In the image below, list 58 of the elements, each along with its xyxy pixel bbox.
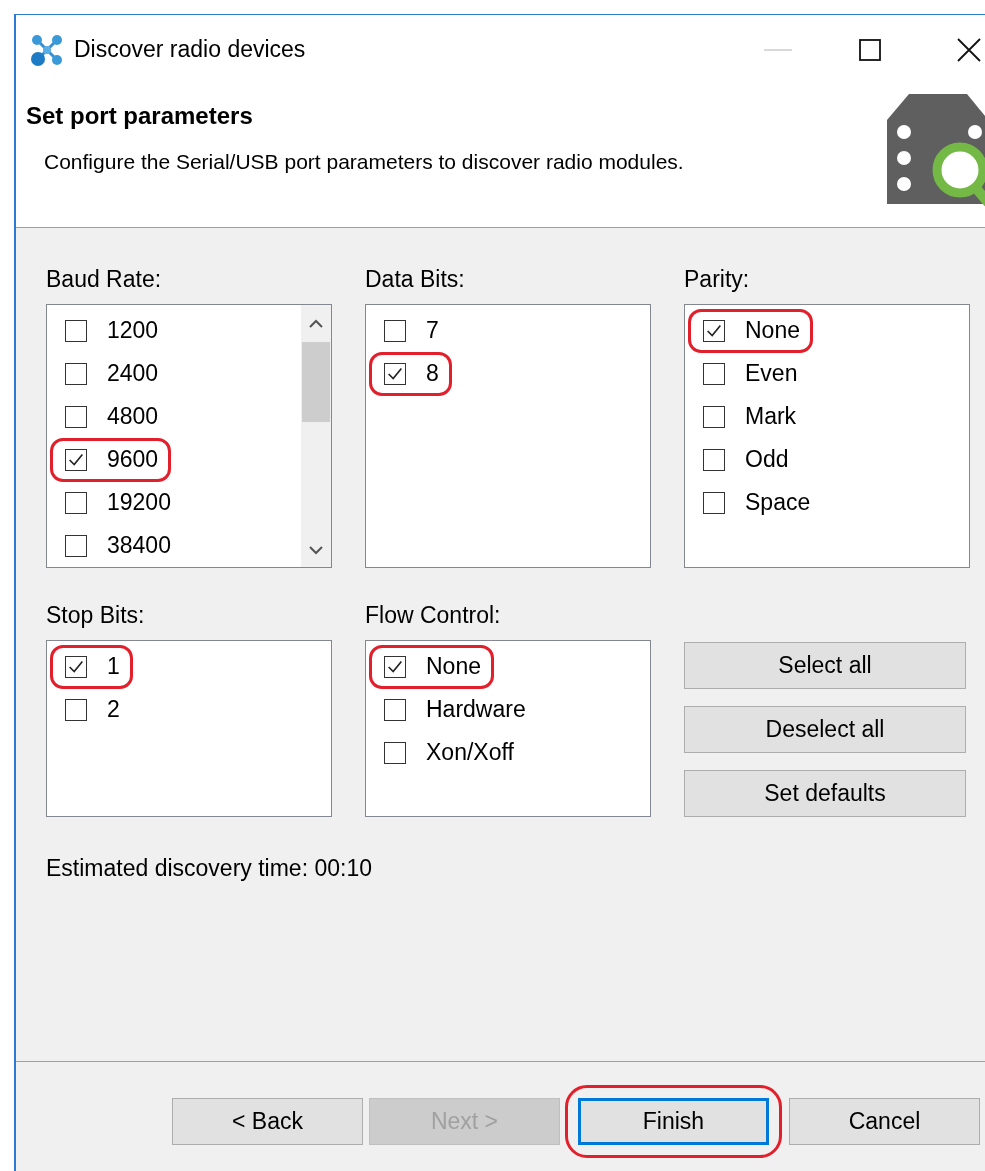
- checkbox[interactable]: [65, 491, 87, 514]
- option-label: Space: [745, 489, 811, 516]
- page-description: Configure the Serial/USB port parameters to discover radio modules.: [44, 150, 684, 174]
- checkbox[interactable]: [65, 448, 87, 471]
- group-label: Stop Bits:: [46, 602, 145, 628]
- option-label: Hardware: [426, 696, 526, 723]
- checkbox[interactable]: [703, 405, 725, 428]
- checkbox[interactable]: [703, 448, 725, 471]
- maximize-icon[interactable]: [859, 38, 881, 61]
- scrollbar[interactable]: [301, 305, 331, 567]
- checkbox[interactable]: [703, 362, 725, 385]
- wizard-button[interactable]: Cancel: [789, 1098, 980, 1145]
- checkbox[interactable]: [384, 741, 406, 764]
- option-label: 1: [107, 653, 120, 680]
- checkbox[interactable]: [65, 319, 87, 342]
- group-label: Flow Control:: [365, 602, 501, 628]
- checkbox[interactable]: [65, 534, 87, 557]
- option-label: None: [426, 653, 481, 680]
- option-label: 8: [426, 360, 439, 387]
- checkbox[interactable]: [384, 362, 406, 385]
- checkbox[interactable]: [65, 655, 87, 678]
- estimate-text: Estimated discovery time: 00:10: [46, 855, 372, 882]
- checkbox[interactable]: [384, 698, 406, 721]
- scroll-up-icon[interactable]: [309, 319, 323, 328]
- scroll-down-icon[interactable]: [309, 546, 323, 555]
- option-label: 2: [107, 696, 120, 723]
- action-button[interactable]: Set defaults: [684, 770, 966, 817]
- checkbox[interactable]: [65, 362, 87, 385]
- page-title: Set port parameters: [26, 102, 253, 130]
- checkbox[interactable]: [384, 319, 406, 342]
- option-label: 1200: [107, 317, 159, 344]
- scroll-thumb[interactable]: [302, 342, 330, 422]
- option-label: None: [745, 317, 800, 344]
- checkbox[interactable]: [384, 655, 406, 678]
- option-label: 2400: [107, 360, 159, 387]
- action-button[interactable]: Select all: [684, 642, 966, 689]
- window-title: Discover radio devices: [74, 36, 307, 63]
- option-label: Odd: [745, 446, 789, 473]
- group-label: Data Bits:: [365, 266, 465, 292]
- option-label: 38400: [107, 532, 171, 559]
- checkbox[interactable]: [65, 405, 87, 428]
- option-label: 19200: [107, 489, 171, 516]
- checkbox[interactable]: [65, 698, 87, 721]
- network-nodes-icon: [30, 32, 64, 67]
- group-label: Baud Rate:: [46, 266, 162, 292]
- option-label: 7: [426, 317, 439, 344]
- option-label: 4800: [107, 403, 159, 430]
- wizard-button[interactable]: < Back: [172, 1098, 363, 1145]
- checkbox[interactable]: [703, 319, 725, 342]
- close-icon[interactable]: [957, 37, 981, 62]
- group-label: Parity:: [684, 266, 750, 292]
- option-label: Even: [745, 360, 798, 387]
- option-label: Xon/Xoff: [426, 739, 514, 766]
- wizard-button[interactable]: Finish: [578, 1098, 769, 1145]
- checkbox[interactable]: [703, 491, 725, 514]
- option-label: Mark: [745, 403, 797, 430]
- option-label: 9600: [107, 446, 159, 473]
- action-button[interactable]: Deselect all: [684, 706, 966, 753]
